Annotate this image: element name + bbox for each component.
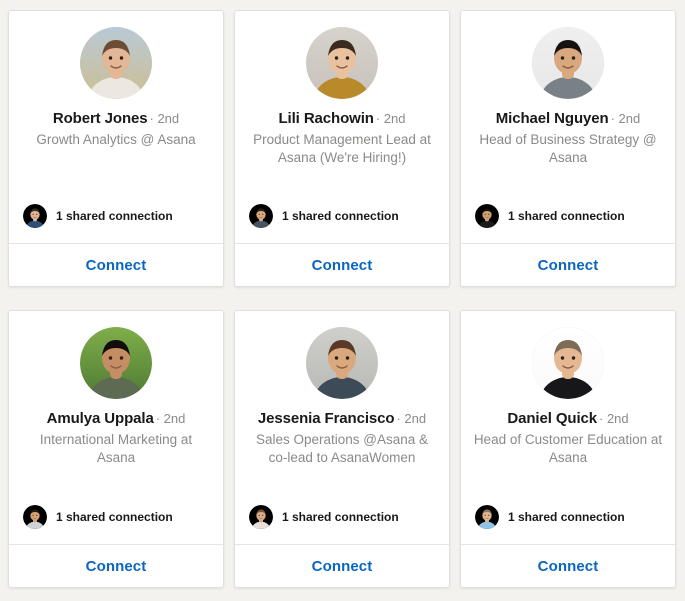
shared-connection-avatar bbox=[249, 505, 273, 529]
connection-degree: · 2nd bbox=[610, 111, 641, 126]
connection-degree: · 2nd bbox=[396, 411, 427, 426]
person-card-body: Jessenia Francisco · 2nd Sales Operations… bbox=[235, 311, 449, 544]
shared-connection-avatar bbox=[23, 505, 47, 529]
person-name-line: Robert Jones · 2nd bbox=[21, 109, 211, 128]
shared-connection-label: 1 shared connection bbox=[282, 209, 399, 223]
person-name-line: Daniel Quick · 2nd bbox=[473, 409, 663, 428]
person-name[interactable]: Jessenia Francisco bbox=[258, 410, 395, 427]
shared-connection-label: 1 shared connection bbox=[508, 510, 625, 524]
person-name[interactable]: Lili Rachowin bbox=[278, 110, 373, 127]
person-headline: Head of Customer Education at Asana bbox=[473, 432, 663, 465]
connect-button[interactable]: Connect bbox=[66, 253, 167, 278]
people-card-grid: Robert Jones · 2nd Growth Analytics @ Asa… bbox=[0, 0, 685, 588]
person-card-body: Daniel Quick · 2nd Head of Customer Educa… bbox=[461, 311, 675, 544]
person-name[interactable]: Robert Jones bbox=[53, 110, 148, 127]
connect-button[interactable]: Connect bbox=[292, 554, 393, 579]
shared-connection-row[interactable]: 1 shared connection bbox=[249, 204, 399, 228]
shared-connection-row[interactable]: 1 shared connection bbox=[249, 505, 399, 529]
person-card-body: Lili Rachowin · 2nd Product Management Le… bbox=[235, 11, 449, 243]
person-card[interactable]: Jessenia Francisco · 2nd Sales Operations… bbox=[234, 310, 450, 588]
person-card[interactable]: Robert Jones · 2nd Growth Analytics @ Asa… bbox=[8, 10, 224, 287]
robert-jones-avatar[interactable] bbox=[80, 27, 152, 99]
amulya-uppala-avatar[interactable] bbox=[80, 327, 152, 399]
shared-connection-row[interactable]: 1 shared connection bbox=[23, 505, 173, 529]
shared-connection-label: 1 shared connection bbox=[56, 510, 173, 524]
connect-button[interactable]: Connect bbox=[518, 253, 619, 278]
person-card[interactable]: Lili Rachowin · 2nd Product Management Le… bbox=[234, 10, 450, 287]
shared-connection-avatar bbox=[475, 505, 499, 529]
person-headline: Product Management Lead at Asana (We're … bbox=[253, 132, 431, 165]
connect-button[interactable]: Connect bbox=[66, 554, 167, 579]
connection-degree: · 2nd bbox=[149, 111, 180, 126]
person-card-body: Robert Jones · 2nd Growth Analytics @ Asa… bbox=[9, 11, 223, 243]
person-name[interactable]: Amulya Uppala bbox=[47, 410, 154, 427]
lili-rachowin-avatar[interactable] bbox=[306, 27, 378, 99]
connect-button[interactable]: Connect bbox=[518, 554, 619, 579]
shared-connection-avatar bbox=[475, 204, 499, 228]
person-name[interactable]: Daniel Quick bbox=[507, 410, 597, 427]
shared-connection-label: 1 shared connection bbox=[56, 209, 173, 223]
shared-connection-avatar bbox=[23, 204, 47, 228]
shared-connection-row[interactable]: 1 shared connection bbox=[475, 505, 625, 529]
person-card-footer: Connect bbox=[235, 544, 449, 587]
person-card-footer: Connect bbox=[9, 544, 223, 587]
shared-connection-row[interactable]: 1 shared connection bbox=[475, 204, 625, 228]
person-card-footer: Connect bbox=[461, 544, 675, 587]
person-name-line: Amulya Uppala · 2nd bbox=[21, 409, 211, 428]
person-card-footer: Connect bbox=[461, 243, 675, 286]
person-name-line: Lili Rachowin · 2nd bbox=[247, 109, 437, 128]
michael-nguyen-avatar[interactable] bbox=[532, 27, 604, 99]
person-card-footer: Connect bbox=[235, 243, 449, 286]
connection-degree: · 2nd bbox=[599, 411, 629, 426]
connect-button[interactable]: Connect bbox=[292, 253, 393, 278]
shared-connection-avatar bbox=[249, 204, 273, 228]
daniel-quick-avatar[interactable] bbox=[532, 327, 604, 399]
person-name-line: Jessenia Francisco · 2nd bbox=[247, 409, 437, 428]
person-card-footer: Connect bbox=[9, 243, 223, 286]
person-card[interactable]: Michael Nguyen · 2nd Head of Business Str… bbox=[460, 10, 676, 287]
person-name-line: Michael Nguyen · 2nd bbox=[473, 109, 663, 128]
person-headline: Head of Business Strategy @ Asana bbox=[479, 132, 657, 165]
shared-connection-label: 1 shared connection bbox=[508, 209, 625, 223]
jessenia-francisco-avatar[interactable] bbox=[306, 327, 378, 399]
connection-degree: · 2nd bbox=[375, 111, 406, 126]
person-headline: Sales Operations @Asana & co-lead to Asa… bbox=[255, 432, 429, 465]
person-name[interactable]: Michael Nguyen bbox=[496, 110, 609, 127]
person-card[interactable]: Amulya Uppala · 2nd International Marketi… bbox=[8, 310, 224, 588]
connection-degree: · 2nd bbox=[155, 411, 186, 426]
person-headline: Growth Analytics @ Asana bbox=[36, 132, 196, 148]
person-card-body: Michael Nguyen · 2nd Head of Business Str… bbox=[461, 11, 675, 243]
person-card-body: Amulya Uppala · 2nd International Marketi… bbox=[9, 311, 223, 544]
person-card[interactable]: Daniel Quick · 2nd Head of Customer Educa… bbox=[460, 310, 676, 588]
person-headline: International Marketing at Asana bbox=[39, 432, 193, 465]
shared-connection-row[interactable]: 1 shared connection bbox=[23, 204, 173, 228]
shared-connection-label: 1 shared connection bbox=[282, 510, 399, 524]
